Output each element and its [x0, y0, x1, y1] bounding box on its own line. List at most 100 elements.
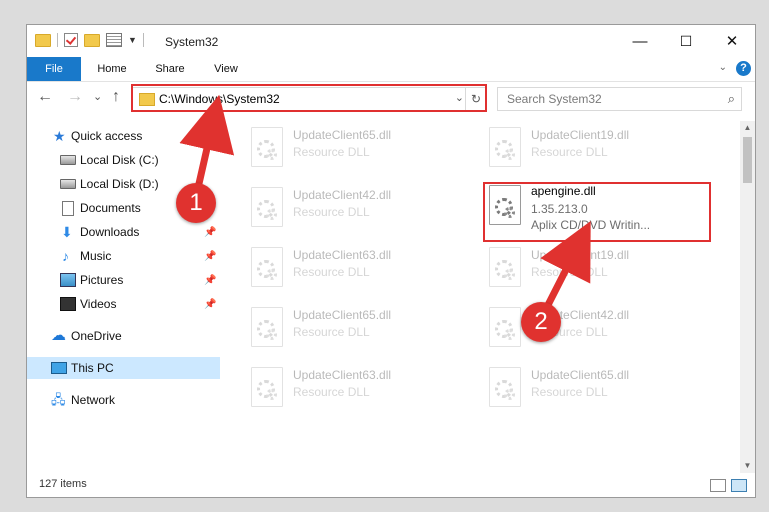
- back-button[interactable]: ←: [37, 88, 53, 106]
- expand-ribbon-icon[interactable]: ⌄: [719, 62, 727, 73]
- sidebar-item-onedrive[interactable]: ☁ OneDrive: [27, 325, 220, 347]
- separator: [57, 33, 58, 47]
- file-item[interactable]: UpdateClient19.dll Resource DLL: [483, 123, 713, 169]
- file-name: UpdateClient65.dll: [293, 128, 392, 142]
- file-name: UpdateClient65.dll: [293, 308, 392, 322]
- file-list: UpdateClient65.dll Resource DLL UpdateCl…: [233, 121, 739, 471]
- sidebar-item-downloads[interactable]: ⬇ Downloads 📌: [27, 221, 220, 243]
- star-icon: ★: [53, 128, 66, 144]
- cloud-icon: ☁: [51, 327, 66, 344]
- disk-icon: [60, 179, 76, 189]
- dll-file-icon: [489, 247, 521, 287]
- documents-icon: [62, 200, 74, 216]
- file-item[interactable]: UpdateClient65.dll Resource DLL: [483, 363, 713, 409]
- recent-locations-dropdown[interactable]: ⌄: [93, 88, 102, 106]
- sidebar-item-label: This PC: [71, 361, 114, 375]
- sidebar-item-label: Pictures: [80, 273, 124, 287]
- file-item[interactable]: UpdateClient63.dll Resource DLL: [245, 363, 475, 409]
- sidebar-item-label: Downloads: [80, 225, 140, 239]
- dll-file-icon: [251, 247, 283, 287]
- sidebar-item-local-disk-c[interactable]: Local Disk (C:): [27, 149, 220, 171]
- sidebar-item-quick-access[interactable]: ★ Quick access: [27, 125, 220, 147]
- maximize-button[interactable]: ☐: [663, 25, 709, 57]
- file-description: Resource DLL: [293, 325, 370, 339]
- dll-file-icon: [251, 187, 283, 227]
- scroll-down-icon[interactable]: ▼: [740, 459, 755, 473]
- search-icon[interactable]: ⌕: [728, 91, 735, 107]
- properties-check-icon[interactable]: [64, 33, 78, 47]
- customize-dropdown-icon[interactable]: ▼: [128, 35, 137, 45]
- file-description: Resource DLL: [293, 265, 370, 279]
- file-item[interactable]: UpdateClient19.dll Resource DLL: [483, 243, 713, 289]
- pin-icon[interactable]: 📌: [204, 275, 216, 286]
- tab-home[interactable]: Home: [89, 57, 135, 81]
- sidebar-item-label: OneDrive: [71, 329, 122, 343]
- view-toggle: [710, 479, 747, 492]
- new-folder-icon[interactable]: [84, 33, 100, 47]
- sidebar-item-label: Videos: [80, 297, 117, 311]
- tab-file[interactable]: File: [27, 57, 81, 81]
- title-bar: ▼ System32 — ☐ ✕: [27, 25, 755, 57]
- scroll-up-icon[interactable]: ▲: [740, 121, 755, 135]
- music-icon: ♪: [62, 248, 69, 264]
- details-view-icon[interactable]: [710, 479, 726, 492]
- dll-file-icon: [489, 367, 521, 407]
- file-item[interactable]: UpdateClient63.dll Resource DLL: [245, 243, 475, 289]
- dll-file-icon: [251, 307, 283, 347]
- sidebar-item-music[interactable]: ♪ Music 📌: [27, 245, 220, 267]
- sidebar-item-label: Music: [80, 249, 112, 263]
- separator: [142, 33, 144, 47]
- file-name: UpdateClient63.dll: [293, 248, 392, 262]
- help-icon[interactable]: ?: [736, 61, 751, 76]
- item-count: 127 items: [39, 478, 87, 490]
- dll-file-icon: [489, 127, 521, 167]
- up-button[interactable]: ↑: [112, 88, 120, 106]
- pin-icon[interactable]: 📌: [204, 251, 216, 262]
- disk-icon: [60, 155, 76, 165]
- file-item[interactable]: UpdateClient42.dll Resource DLL: [245, 183, 475, 229]
- tab-share[interactable]: Share: [147, 57, 193, 81]
- sidebar-item-videos[interactable]: Videos 📌: [27, 293, 220, 315]
- tab-view[interactable]: View: [203, 57, 249, 81]
- pin-icon[interactable]: 📌: [204, 227, 216, 238]
- close-button[interactable]: ✕: [709, 25, 755, 57]
- sidebar-item-network[interactable]: 🖧 Network: [27, 389, 220, 411]
- sidebar-item-label: Network: [71, 393, 116, 407]
- file-description: Resource DLL: [531, 265, 608, 279]
- file-name: UpdateClient65.dll: [531, 368, 630, 382]
- sidebar-item-label: Local Disk (D:): [80, 177, 159, 191]
- window-title: System32: [165, 35, 219, 49]
- sidebar-item-pictures[interactable]: Pictures 📌: [27, 269, 220, 291]
- status-bar: 127 items: [27, 473, 755, 497]
- pin-icon[interactable]: 📌: [204, 299, 216, 310]
- large-icons-view-icon[interactable]: [731, 479, 747, 492]
- file-description: Resource DLL: [293, 145, 370, 159]
- file-item[interactable]: UpdateClient65.dll Resource DLL: [245, 123, 475, 169]
- file-description: Resource DLL: [293, 205, 370, 219]
- videos-icon: [60, 297, 76, 311]
- vertical-scrollbar[interactable]: ▲ ▼: [740, 121, 755, 473]
- navigation-pane: ★ Quick access Local Disk (C:) Local Dis…: [27, 121, 221, 471]
- file-item[interactable]: UpdateClient42.dll Resource DLL: [483, 303, 713, 349]
- folder-icon: [35, 33, 51, 47]
- search-box[interactable]: Search System32 ⌕: [497, 87, 742, 111]
- file-name: UpdateClient19.dll: [531, 128, 630, 142]
- file-description: Resource DLL: [293, 385, 370, 399]
- dll-file-icon: [489, 307, 521, 347]
- step-marker-1: 1: [176, 183, 216, 223]
- ribbon-tabs: File Home Share View ⌄ ?: [27, 57, 755, 82]
- pictures-icon: [60, 273, 76, 287]
- file-item[interactable]: UpdateClient65.dll Resource DLL: [245, 303, 475, 349]
- sidebar-item-label: Documents: [80, 201, 141, 215]
- forward-button[interactable]: →: [67, 88, 83, 106]
- minimize-button[interactable]: —: [617, 25, 663, 57]
- properties-icon[interactable]: [106, 33, 122, 47]
- scrollbar-thumb[interactable]: [743, 137, 752, 183]
- file-name: UpdateClient42.dll: [293, 188, 392, 202]
- file-description: Resource DLL: [531, 385, 608, 399]
- file-name: UpdateClient63.dll: [293, 368, 392, 382]
- sidebar-item-this-pc[interactable]: This PC: [27, 357, 220, 379]
- search-input[interactable]: Search System32: [507, 92, 602, 106]
- file-highlight-box: [483, 182, 711, 242]
- quick-access-toolbar: ▼: [35, 33, 144, 47]
